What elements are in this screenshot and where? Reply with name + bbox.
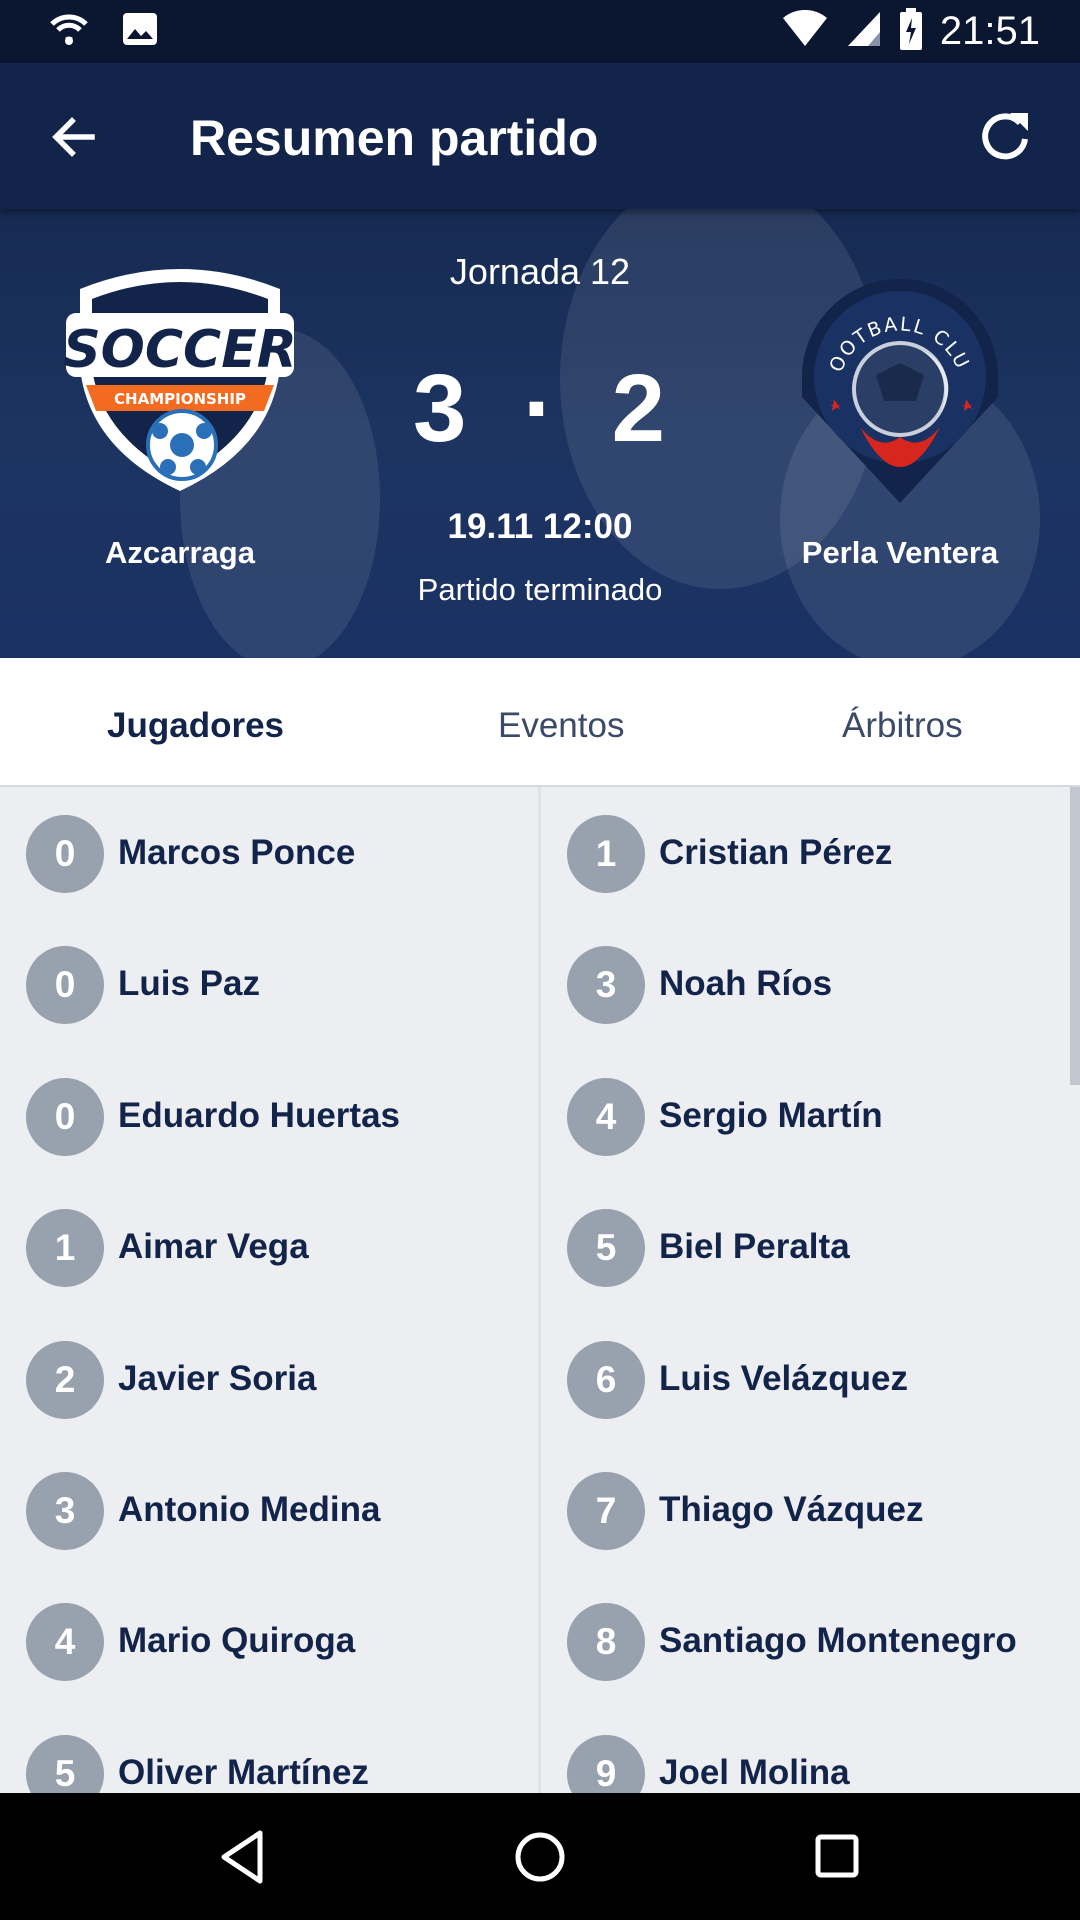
players-list[interactable]: 0 Marcos Ponce 0 Luis Paz 0 Eduardo Huertas…: [0, 787, 1080, 1793]
player-name: Marcos Ponce: [118, 833, 356, 872]
player-name: Biel Peralta: [659, 1227, 850, 1267]
player-row[interactable]: 1 Cristian Pérez: [541, 787, 1079, 918]
player-row[interactable]: 7 Thiago Vázquez: [541, 1444, 1079, 1575]
cell-signal-icon: [846, 10, 882, 53]
player-number-badge: 1: [26, 1209, 104, 1288]
wifi-signal-icon: [782, 9, 828, 53]
player-number-badge: 5: [26, 1734, 104, 1793]
player-row[interactable]: 9 Joel Molina: [541, 1707, 1079, 1793]
refresh-icon: [982, 113, 1028, 160]
player-row[interactable]: 3 Noah Ríos: [541, 918, 1079, 1049]
player-row[interactable]: 5 Oliver Martínez: [0, 1707, 538, 1793]
status-bar: 21:51: [0, 0, 1080, 63]
nav-home-button[interactable]: [512, 1829, 568, 1890]
player-row[interactable]: 5 Biel Peralta: [541, 1181, 1079, 1312]
triangle-back-icon: [221, 1830, 263, 1884]
player-number-badge: 0: [26, 946, 104, 1025]
player-row[interactable]: 4 Sergio Martín: [541, 1050, 1079, 1181]
page-title: Resumen partido: [190, 110, 599, 166]
nav-back-button[interactable]: [218, 1829, 266, 1890]
home-team-name: Azcarraga: [105, 535, 255, 570]
player-row[interactable]: 4 Mario Quiroga: [0, 1575, 538, 1706]
player-number-badge: 3: [567, 946, 645, 1025]
system-nav-bar: [0, 1793, 1080, 1920]
player-number-badge: 4: [26, 1603, 104, 1682]
match-status: Partido terminado: [417, 572, 663, 607]
player-number-badge: 6: [567, 1340, 645, 1419]
away-players-column: 1 Cristian Pérez 3 Noah Ríos 4 Sergio Martí…: [541, 787, 1079, 1793]
home-team-logo: SOCCER CHAMPIONSHIP: [63, 269, 297, 491]
nav-recents-button[interactable]: [812, 1829, 864, 1890]
player-name: Luis Velázquez: [659, 1358, 908, 1398]
app-bar: Resumen partido: [0, 63, 1080, 209]
player-name: Antonio Medina: [118, 1489, 381, 1529]
round-label: Jornada 12: [449, 251, 631, 292]
player-number-badge: 0: [26, 815, 104, 893]
score-separator: ·: [523, 355, 557, 462]
match-header: SOCCER CHAMPIONSHIP Azcarraga Jornada 12…: [0, 209, 1080, 658]
player-number-badge: 0: [26, 1077, 104, 1156]
player-name: Oliver Martínez: [118, 1752, 369, 1792]
player-row[interactable]: 0 Marcos Ponce: [0, 787, 538, 918]
match-datetime: 19.11 12:00: [447, 507, 633, 546]
clock: 21:51: [939, 9, 1040, 53]
player-number-badge: 1: [567, 815, 645, 893]
scrollbar[interactable]: [1070, 787, 1080, 1085]
player-number-badge: 7: [567, 1471, 645, 1550]
player-name: Eduardo Huertas: [118, 1095, 400, 1135]
player-row[interactable]: 3 Antonio Medina: [0, 1444, 538, 1575]
tab-bar: Jugadores Eventos Árbitros: [0, 658, 1080, 787]
player-name: Aimar Vega: [118, 1227, 309, 1267]
player-name: Sergio Martín: [659, 1095, 883, 1135]
player-row[interactable]: 6 Luis Velázquez: [541, 1313, 1079, 1444]
player-number-badge: 4: [567, 1077, 645, 1156]
player-number-badge: 3: [26, 1471, 104, 1550]
player-name: Luis Paz: [118, 964, 260, 1004]
home-players-column: 0 Marcos Ponce 0 Luis Paz 0 Eduardo Huertas…: [0, 787, 538, 1793]
square-recents-icon: [815, 1834, 859, 1878]
tab-jugadores[interactable]: Jugadores: [107, 706, 284, 746]
svg-text:SOCCER: SOCCER: [63, 320, 297, 380]
player-name: Javier Soria: [118, 1358, 317, 1398]
away-team-logo: FOOTBALL CLUB: [800, 277, 998, 503]
player-name: Noah Ríos: [659, 964, 833, 1004]
player-number-badge: 8: [567, 1603, 645, 1682]
player-number-badge: 2: [26, 1340, 104, 1419]
player-name: Thiago Vázquez: [659, 1489, 924, 1529]
refresh-button[interactable]: [976, 107, 1034, 165]
player-row[interactable]: 0 Eduardo Huertas: [0, 1050, 538, 1181]
player-name: Santiago Montenegro: [659, 1621, 1017, 1661]
player-row[interactable]: 1 Aimar Vega: [0, 1181, 538, 1312]
player-name: Joel Molina: [659, 1752, 850, 1792]
battery-charging-icon: [899, 8, 922, 55]
player-number-badge: 5: [567, 1209, 645, 1288]
player-row[interactable]: 0 Luis Paz: [0, 918, 538, 1049]
svg-text:CHAMPIONSHIP: CHAMPIONSHIP: [114, 390, 246, 408]
tab-arbitros[interactable]: Árbitros: [842, 706, 963, 746]
player-name: Cristian Pérez: [659, 833, 893, 872]
home-team[interactable]: SOCCER CHAMPIONSHIP Azcarraga: [50, 209, 310, 570]
image-notification-icon: [122, 12, 158, 51]
arrow-back-icon: [52, 117, 95, 157]
player-name: Mario Quiroga: [118, 1621, 356, 1661]
tab-eventos[interactable]: Eventos: [498, 706, 624, 746]
player-row[interactable]: 8 Santiago Montenegro: [541, 1575, 1079, 1706]
circle-home-icon: [515, 1832, 565, 1882]
home-score: 3: [412, 355, 469, 462]
player-number-badge: 9: [567, 1734, 645, 1793]
away-score: 2: [611, 355, 668, 462]
wifi-icon: [48, 12, 90, 51]
back-button[interactable]: [44, 107, 104, 167]
away-team[interactable]: FOOTBALL CLUB Perla Ventera: [770, 209, 1030, 570]
player-row[interactable]: 2 Javier Soria: [0, 1313, 538, 1444]
match-score: 3 · 2: [340, 354, 740, 464]
away-team-name: Perla Ventera: [801, 535, 999, 570]
